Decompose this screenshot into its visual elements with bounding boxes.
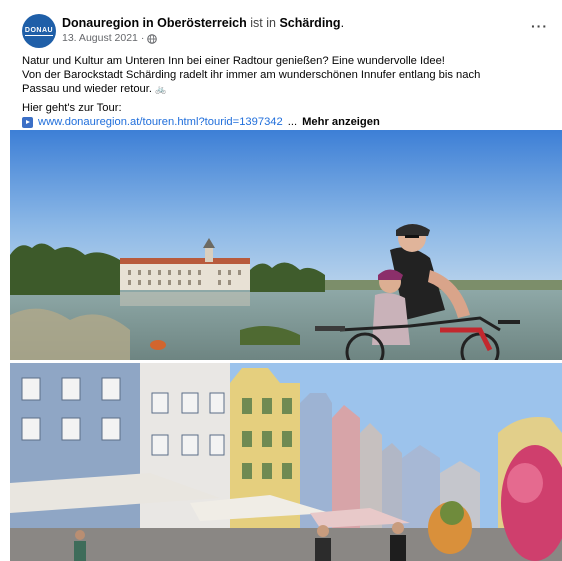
post-text: Natur und Kultur am Unteren Inn bei eine… [22,54,547,129]
post-text-line-3-content: Passau und wieder retour. [22,83,152,95]
facebook-post: DONAU Donauregion in Oberösterreich ist … [0,0,562,561]
more-options-icon[interactable]: ··· [531,18,548,34]
date-separator: · [140,32,145,44]
globe-icon [147,33,158,44]
post-text-line-2: Von der Barockstadt Schärding radelt ihr… [22,69,481,81]
show-more-link[interactable]: Mehr anzeigen [302,115,380,129]
location-name[interactable]: Schärding [279,16,340,30]
page-avatar[interactable]: DONAU [22,14,56,48]
author-name[interactable]: Donauregion in Oberösterreich [62,16,247,30]
bicycle-icon: 🚲 [155,84,167,94]
tour-intro: Hier geht's zur Tour: [22,102,122,114]
photo-cyclists-river[interactable] [10,130,562,360]
link-play-icon [22,116,33,128]
link-ellipsis: ... [287,116,298,128]
post-header: Donauregion in Oberösterreich ist in Sch… [62,15,344,31]
photo-schaerding-town[interactable] [10,363,562,561]
connector-text: ist in [250,16,276,30]
post-text-line-3: Passau und wieder retour. 🚲 [22,82,547,96]
post-meta: 13. August 2021 · [62,32,158,45]
tour-link[interactable]: www.donauregion.at/touren.html?tourid=13… [38,115,283,129]
location-suffix: . [340,16,345,30]
post-text-line-1: Natur und Kultur am Unteren Inn bei eine… [22,55,445,67]
post-date[interactable]: 13. August 2021 [62,32,138,45]
avatar-logo-text: DONAU [24,26,54,36]
tour-link-line: www.donauregion.at/touren.html?tourid=13… [22,115,547,129]
